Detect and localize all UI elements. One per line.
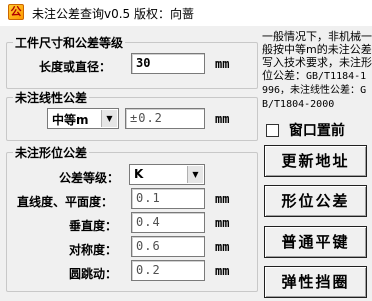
runout-unit: mm <box>215 264 230 278</box>
size-and-grade-group: 工件尺寸和公差等级 长度或直径： 30 mm <box>6 34 258 89</box>
runout-output[interactable]: 0.2 <box>131 260 205 281</box>
straightness-label: 直线度、平面度： <box>17 195 114 209</box>
linear-tolerance-output[interactable]: ±0.2 <box>125 108 205 129</box>
perpendicularity-unit: mm <box>215 216 230 230</box>
straightness-unit: mm <box>215 192 230 206</box>
length-label: 长度或直径： <box>39 60 112 74</box>
group-legend: 未注线性公差 <box>13 89 90 106</box>
length-unit: mm <box>215 57 230 71</box>
perpendicularity-label: 垂直度： <box>69 219 118 233</box>
linear-grade-value: 中等m <box>52 113 89 127</box>
stay-on-top-option[interactable]: 窗口置前 <box>266 120 345 139</box>
form-tolerance-button[interactable]: 形位公差 <box>264 185 367 217</box>
symmetry-unit: mm <box>215 240 230 254</box>
form-grade-select[interactable]: K ▼ <box>129 164 205 185</box>
window-title: 未注公差查询v0.5 版权：向蔷 <box>32 7 195 21</box>
retaining-ring-button[interactable]: 弹性挡圈 <box>264 266 367 298</box>
group-legend: 未注形位公差 <box>13 144 90 161</box>
group-legend: 工件尺寸和公差等级 <box>13 34 126 51</box>
update-address-button[interactable]: 更新地址 <box>264 145 367 177</box>
runout-label: 圆跳动： <box>69 267 118 281</box>
form-tolerance-group: 未注形位公差 公差等级： K ▼ 直线度、平面度： 0.1 mm 垂直度： 0.… <box>6 144 258 292</box>
flat-key-button[interactable]: 普通平键 <box>264 226 367 258</box>
chevron-down-icon[interactable]: ▼ <box>101 110 117 127</box>
title-bar: 公 未注公差查询v0.5 版权：向蔷 <box>0 0 372 26</box>
linear-grade-select[interactable]: 中等m ▼ <box>47 108 119 129</box>
length-input[interactable]: 30 <box>131 53 205 74</box>
standard-note: 一般情况下，非机械一般按中等m的未注公差写入技术要求，未注形位公差：GB/T11… <box>262 30 372 111</box>
chevron-down-icon[interactable]: ▼ <box>187 166 203 183</box>
symmetry-label: 对称度： <box>69 243 118 257</box>
app-icon: 公 <box>8 4 24 20</box>
stay-on-top-checkbox[interactable] <box>266 123 279 137</box>
linear-unit: mm <box>215 112 230 126</box>
perpendicularity-output[interactable]: 0.4 <box>131 212 205 233</box>
symmetry-output[interactable]: 0.6 <box>131 236 205 257</box>
form-grade-label: 公差等级： <box>59 171 120 185</box>
straightness-output[interactable]: 0.1 <box>131 188 205 209</box>
linear-tolerance-group: 未注线性公差 中等m ▼ ±0.2 mm <box>6 89 258 141</box>
stay-on-top-label: 窗口置前 <box>288 123 345 139</box>
form-grade-value: K <box>134 167 144 181</box>
